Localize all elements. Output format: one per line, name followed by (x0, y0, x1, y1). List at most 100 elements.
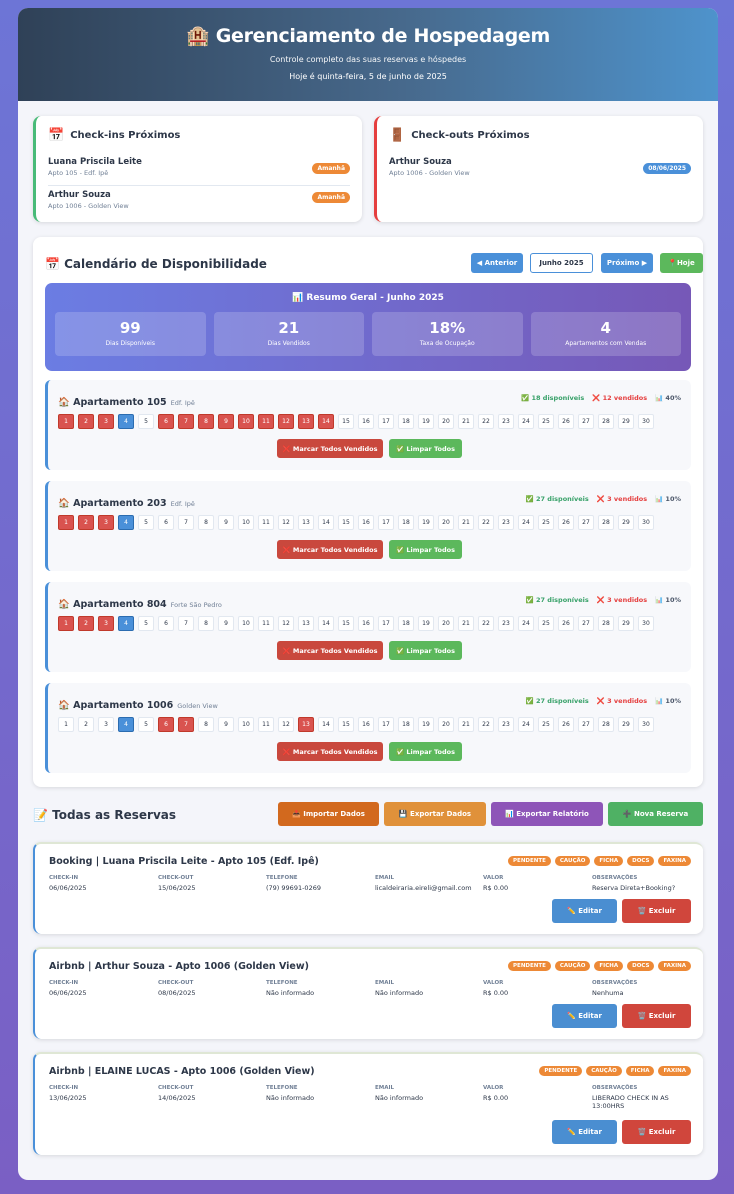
day-cell[interactable]: 1 (58, 616, 74, 631)
day-cell[interactable]: 9 (218, 515, 234, 530)
day-cell[interactable]: 6 (158, 414, 174, 429)
day-cell[interactable]: 13 (298, 414, 314, 429)
edit-reservation-button[interactable]: ✏️ Editar (552, 899, 617, 923)
day-cell[interactable]: 25 (538, 414, 554, 429)
day-cell[interactable]: 29 (618, 616, 634, 631)
day-cell[interactable]: 5 (138, 717, 154, 732)
day-cell[interactable]: 19 (418, 616, 434, 631)
day-cell[interactable]: 6 (158, 616, 174, 631)
day-cell[interactable]: 11 (258, 414, 274, 429)
day-cell[interactable]: 19 (418, 515, 434, 530)
day-cell[interactable]: 21 (458, 616, 474, 631)
day-cell[interactable]: 7 (178, 717, 194, 732)
day-cell[interactable]: 28 (598, 414, 614, 429)
day-cell[interactable]: 10 (238, 515, 254, 530)
day-cell[interactable]: 22 (478, 717, 494, 732)
day-cell[interactable]: 17 (378, 414, 394, 429)
delete-reservation-button[interactable]: 🗑️ Excluir (622, 1120, 691, 1144)
day-cell[interactable]: 28 (598, 515, 614, 530)
day-cell[interactable]: 8 (198, 616, 214, 631)
day-cell[interactable]: 8 (198, 515, 214, 530)
day-cell[interactable]: 11 (258, 717, 274, 732)
day-cell[interactable]: 23 (498, 717, 514, 732)
day-cell[interactable]: 13 (298, 717, 314, 732)
day-cell[interactable]: 18 (398, 616, 414, 631)
day-cell[interactable]: 16 (358, 414, 374, 429)
day-cell[interactable]: 29 (618, 717, 634, 732)
day-cell[interactable]: 3 (98, 616, 114, 631)
mark-all-sold-button[interactable]: ❌ Marcar Todos Vendidos (277, 641, 383, 660)
day-cell[interactable]: 1 (58, 414, 74, 429)
day-cell[interactable]: 3 (98, 717, 114, 732)
day-cell[interactable]: 21 (458, 717, 474, 732)
day-cell[interactable]: 17 (378, 717, 394, 732)
import-data-button[interactable]: 📥 Importar Dados (278, 802, 379, 826)
day-cell[interactable]: 24 (518, 717, 534, 732)
day-cell[interactable]: 20 (438, 414, 454, 429)
day-cell[interactable]: 15 (338, 616, 354, 631)
day-cell[interactable]: 8 (198, 717, 214, 732)
day-cell[interactable]: 9 (218, 616, 234, 631)
day-cell[interactable]: 27 (578, 616, 594, 631)
day-cell[interactable]: 19 (418, 717, 434, 732)
previous-month-button[interactable]: ◀ Anterior (471, 253, 523, 273)
day-cell[interactable]: 30 (638, 717, 654, 732)
day-cell[interactable]: 14 (318, 616, 334, 631)
mark-all-sold-button[interactable]: ❌ Marcar Todos Vendidos (277, 540, 383, 559)
day-cell[interactable]: 18 (398, 515, 414, 530)
day-cell[interactable]: 30 (638, 515, 654, 530)
day-cell[interactable]: 23 (498, 515, 514, 530)
day-cell[interactable]: 22 (478, 616, 494, 631)
day-cell[interactable]: 27 (578, 515, 594, 530)
day-cell[interactable]: 29 (618, 414, 634, 429)
day-cell[interactable]: 18 (398, 717, 414, 732)
day-cell[interactable]: 24 (518, 414, 534, 429)
day-cell[interactable]: 12 (278, 717, 294, 732)
day-cell[interactable]: 14 (318, 414, 334, 429)
day-cell[interactable]: 28 (598, 717, 614, 732)
day-cell[interactable]: 17 (378, 616, 394, 631)
day-cell[interactable]: 14 (318, 515, 334, 530)
day-cell[interactable]: 25 (538, 616, 554, 631)
day-cell[interactable]: 12 (278, 515, 294, 530)
day-cell[interactable]: 6 (158, 515, 174, 530)
clear-all-button[interactable]: ✅ Limpar Todos (389, 641, 462, 660)
day-cell[interactable]: 14 (318, 717, 334, 732)
day-cell[interactable]: 24 (518, 515, 534, 530)
day-cell[interactable]: 26 (558, 515, 574, 530)
day-cell[interactable]: 21 (458, 515, 474, 530)
new-reservation-button[interactable]: ➕ Nova Reserva (608, 802, 703, 826)
day-cell[interactable]: 5 (138, 515, 154, 530)
day-cell[interactable]: 20 (438, 616, 454, 631)
export-report-button[interactable]: 📊 Exportar Relatório (491, 802, 603, 826)
clear-all-button[interactable]: ✅ Limpar Todos (389, 540, 462, 559)
day-cell[interactable]: 3 (98, 515, 114, 530)
day-cell[interactable]: 22 (478, 414, 494, 429)
day-cell[interactable]: 4 (118, 414, 134, 429)
day-cell[interactable]: 30 (638, 414, 654, 429)
checkin-item[interactable]: Luana Priscila Leite Apto 105 - Edf. Ipê… (48, 157, 350, 181)
day-cell[interactable]: 1 (58, 515, 74, 530)
day-cell[interactable]: 13 (298, 515, 314, 530)
day-cell[interactable]: 2 (78, 717, 94, 732)
day-cell[interactable]: 25 (538, 717, 554, 732)
day-cell[interactable]: 15 (338, 717, 354, 732)
day-cell[interactable]: 7 (178, 515, 194, 530)
delete-reservation-button[interactable]: 🗑️ Excluir (622, 899, 691, 923)
checkout-item[interactable]: Arthur Souza Apto 1006 - Golden View 08/… (389, 157, 691, 181)
day-cell[interactable]: 12 (278, 616, 294, 631)
day-cell[interactable]: 17 (378, 515, 394, 530)
delete-reservation-button[interactable]: 🗑️ Excluir (622, 1004, 691, 1028)
edit-reservation-button[interactable]: ✏️ Editar (552, 1120, 617, 1144)
day-cell[interactable]: 30 (638, 616, 654, 631)
mark-all-sold-button[interactable]: ❌ Marcar Todos Vendidos (277, 439, 383, 458)
day-cell[interactable]: 26 (558, 414, 574, 429)
edit-reservation-button[interactable]: ✏️ Editar (552, 1004, 617, 1028)
day-cell[interactable]: 26 (558, 616, 574, 631)
day-cell[interactable]: 7 (178, 414, 194, 429)
day-cell[interactable]: 13 (298, 616, 314, 631)
day-cell[interactable]: 4 (118, 717, 134, 732)
day-cell[interactable]: 7 (178, 616, 194, 631)
day-cell[interactable]: 10 (238, 717, 254, 732)
day-cell[interactable]: 19 (418, 414, 434, 429)
